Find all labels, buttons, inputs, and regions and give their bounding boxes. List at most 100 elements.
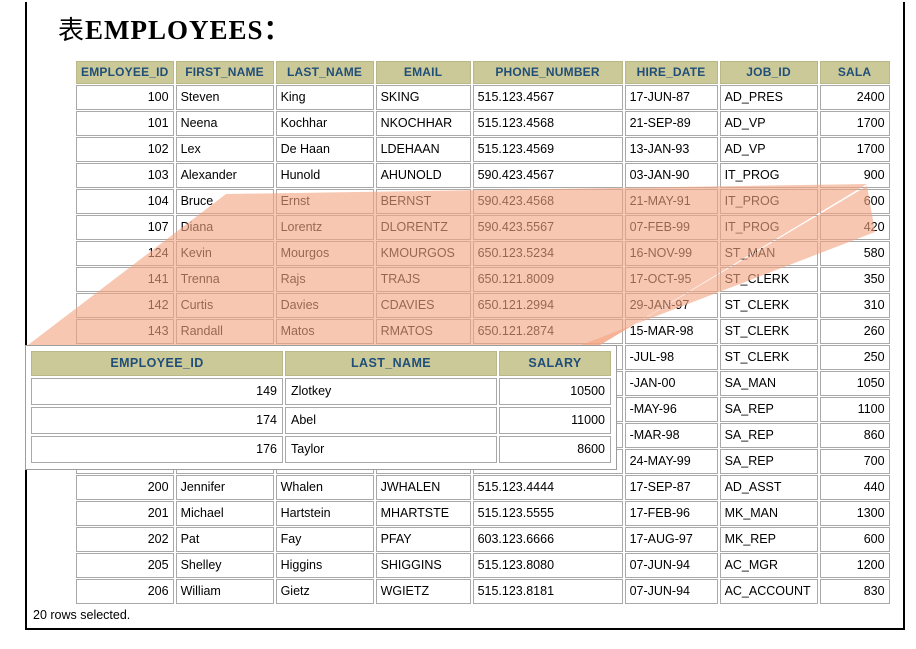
cell-salary: 1200: [819, 553, 890, 578]
result-table-row[interactable]: 149 Zlotkey 10500: [31, 378, 611, 405]
cell-last-name: Hunold: [275, 163, 374, 188]
cell-first-name: Neena: [175, 111, 274, 136]
column-header-phone-number[interactable]: PHONE_NUMBER: [472, 61, 623, 84]
column-header-email[interactable]: EMAIL: [375, 61, 471, 84]
table-row[interactable]: 107 Diana Lorentz DLORENTZ 590.423.5567 07-FE…: [76, 215, 890, 240]
table-row[interactable]: 124 Kevin Mourgos KMOURGOS 650.123.5234 16-NO…: [76, 241, 890, 266]
cell-salary: 1050: [819, 371, 890, 396]
cell-email: KMOURGOS: [375, 241, 471, 266]
table-row[interactable]: 103 Alexander Hunold AHUNOLD 590.423.4567 03-…: [76, 163, 890, 188]
cell-salary: 420: [819, 215, 890, 240]
cell-hire-date: 15-MAR-98: [624, 319, 718, 344]
column-header-last-name[interactable]: LAST_NAME: [275, 61, 374, 84]
result-table-row[interactable]: 174 Abel 11000: [31, 407, 611, 434]
cell-job-id: IT_PROG: [719, 163, 818, 188]
result-table-row[interactable]: 176 Taylor 8600: [31, 436, 611, 463]
cell-hire-date: 16-NOV-99: [624, 241, 718, 266]
cell-job-id: SA_REP: [719, 423, 818, 448]
cell-hire-date: 03-JAN-90: [624, 163, 718, 188]
table-row[interactable]: 200 Jennifer Whalen JWHALEN 515.123.4444 17-S…: [76, 475, 890, 500]
cell-first-name: Curtis: [175, 293, 274, 318]
cell-phone-number: 590.423.4568: [472, 189, 623, 214]
table-row[interactable]: 143 Randall Matos RMATOS 650.121.2874 15-MAR-…: [76, 319, 890, 344]
cell-hire-date: 07-JUN-94: [624, 553, 718, 578]
cell-first-name: Michael: [175, 501, 274, 526]
cell-salary: 350: [819, 267, 890, 292]
cell-employee-id: 101: [76, 111, 174, 136]
cell-email: JWHALEN: [375, 475, 471, 500]
cell-salary: 250: [819, 345, 890, 370]
table-row[interactable]: 205 Shelley Higgins SHIGGINS 515.123.8080 07-…: [76, 553, 890, 578]
cell-employee-id: 104: [76, 189, 174, 214]
cell-first-name: Trenna: [175, 267, 274, 292]
cell-first-name: Jennifer: [175, 475, 274, 500]
cell-job-id: IT_PROG: [719, 189, 818, 214]
cell-salary: 580: [819, 241, 890, 266]
cell-phone-number: 650.121.2994: [472, 293, 623, 318]
cell-last-name: De Haan: [275, 137, 374, 162]
query-result-table: EMPLOYEE_ID LAST_NAME SALARY 149 Zlotkey 1…: [29, 349, 613, 465]
cell-hire-date: 17-AUG-97: [624, 527, 718, 552]
cell-job-id: SA_REP: [719, 449, 818, 474]
column-header-first-name[interactable]: FIRST_NAME: [175, 61, 274, 84]
cell-hire-date: 07-JUN-94: [624, 579, 718, 604]
cell-hire-date: 17-SEP-87: [624, 475, 718, 500]
table-row[interactable]: 142 Curtis Davies CDAVIES 650.121.2994 29-JAN…: [76, 293, 890, 318]
page-title-main: EMPLOYEES：: [85, 15, 292, 45]
cell-email: RMATOS: [375, 319, 471, 344]
result-column-header-employee-id[interactable]: EMPLOYEE_ID: [31, 351, 283, 376]
screenshot-page: 表EMPLOYEES： EMPLOYEE_ID FIRST_NAME LAST_…: [0, 0, 916, 649]
result-cell-employee-id: 176: [31, 436, 283, 463]
cell-phone-number: 650.121.8009: [472, 267, 623, 292]
cell-phone-number: 515.123.4444: [472, 475, 623, 500]
cell-email: AHUNOLD: [375, 163, 471, 188]
table-row[interactable]: 101 Neena Kochhar NKOCHHAR 515.123.4568 21-SE…: [76, 111, 890, 136]
table-row[interactable]: 102 Lex De Haan LDEHAAN 515.123.4569 13-JAN-9…: [76, 137, 890, 162]
cell-email: WGIETZ: [375, 579, 471, 604]
cell-phone-number: 515.123.8181: [472, 579, 623, 604]
cell-job-id: ST_CLERK: [719, 319, 818, 344]
cell-employee-id: 201: [76, 501, 174, 526]
cell-phone-number: 515.123.4568: [472, 111, 623, 136]
cell-email: PFAY: [375, 527, 471, 552]
cell-last-name: Kochhar: [275, 111, 374, 136]
cell-email: DLORENTZ: [375, 215, 471, 240]
cell-hire-date: 21-SEP-89: [624, 111, 718, 136]
result-column-header-last-name[interactable]: LAST_NAME: [285, 351, 497, 376]
table-row[interactable]: 206 William Gietz WGIETZ 515.123.8181 07-JUN-…: [76, 579, 890, 604]
cell-last-name: Hartstein: [275, 501, 374, 526]
cell-hire-date: -MAR-98: [624, 423, 718, 448]
cell-employee-id: 206: [76, 579, 174, 604]
column-header-job-id[interactable]: JOB_ID: [719, 61, 818, 84]
cell-email: CDAVIES: [375, 293, 471, 318]
cell-job-id: AD_VP: [719, 111, 818, 136]
cell-hire-date: -JAN-00: [624, 371, 718, 396]
result-column-header-salary[interactable]: SALARY: [499, 351, 611, 376]
cell-hire-date: 24-MAY-99: [624, 449, 718, 474]
employees-table: EMPLOYEE_ID FIRST_NAME LAST_NAME EMAIL P…: [74, 60, 892, 605]
table-row[interactable]: 201 Michael Hartstein MHARTSTE 515.123.5555 1…: [76, 501, 890, 526]
cell-employee-id: 124: [76, 241, 174, 266]
cell-salary: 860: [819, 423, 890, 448]
table-row[interactable]: 100 Steven King SKING 515.123.4567 17-JUN-87 A…: [76, 85, 890, 110]
cell-job-id: AC_MGR: [719, 553, 818, 578]
cell-employee-id: 202: [76, 527, 174, 552]
table-row[interactable]: 202 Pat Fay PFAY 603.123.6666 17-AUG-97 MK_REP…: [76, 527, 890, 552]
cell-salary: 310: [819, 293, 890, 318]
result-cell-last-name: Taylor: [285, 436, 497, 463]
cell-hire-date: -JUL-98: [624, 345, 718, 370]
column-header-employee-id[interactable]: EMPLOYEE_ID: [76, 61, 174, 84]
cell-email: SHIGGINS: [375, 553, 471, 578]
cell-phone-number: 515.123.4569: [472, 137, 623, 162]
result-cell-salary: 11000: [499, 407, 611, 434]
cell-job-id: AD_ASST: [719, 475, 818, 500]
cell-employee-id: 205: [76, 553, 174, 578]
cell-employee-id: 100: [76, 85, 174, 110]
result-cell-employee-id: 174: [31, 407, 283, 434]
cell-first-name: Lex: [175, 137, 274, 162]
table-row[interactable]: 104 Bruce Ernst BERNST 590.423.4568 21-MAY-91…: [76, 189, 890, 214]
table-row[interactable]: 141 Trenna Rajs TRAJS 650.121.8009 17-OCT-95 S…: [76, 267, 890, 292]
column-header-salary[interactable]: SALA: [819, 61, 890, 84]
column-header-hire-date[interactable]: HIRE_DATE: [624, 61, 718, 84]
cell-job-id: AC_ACCOUNT: [719, 579, 818, 604]
